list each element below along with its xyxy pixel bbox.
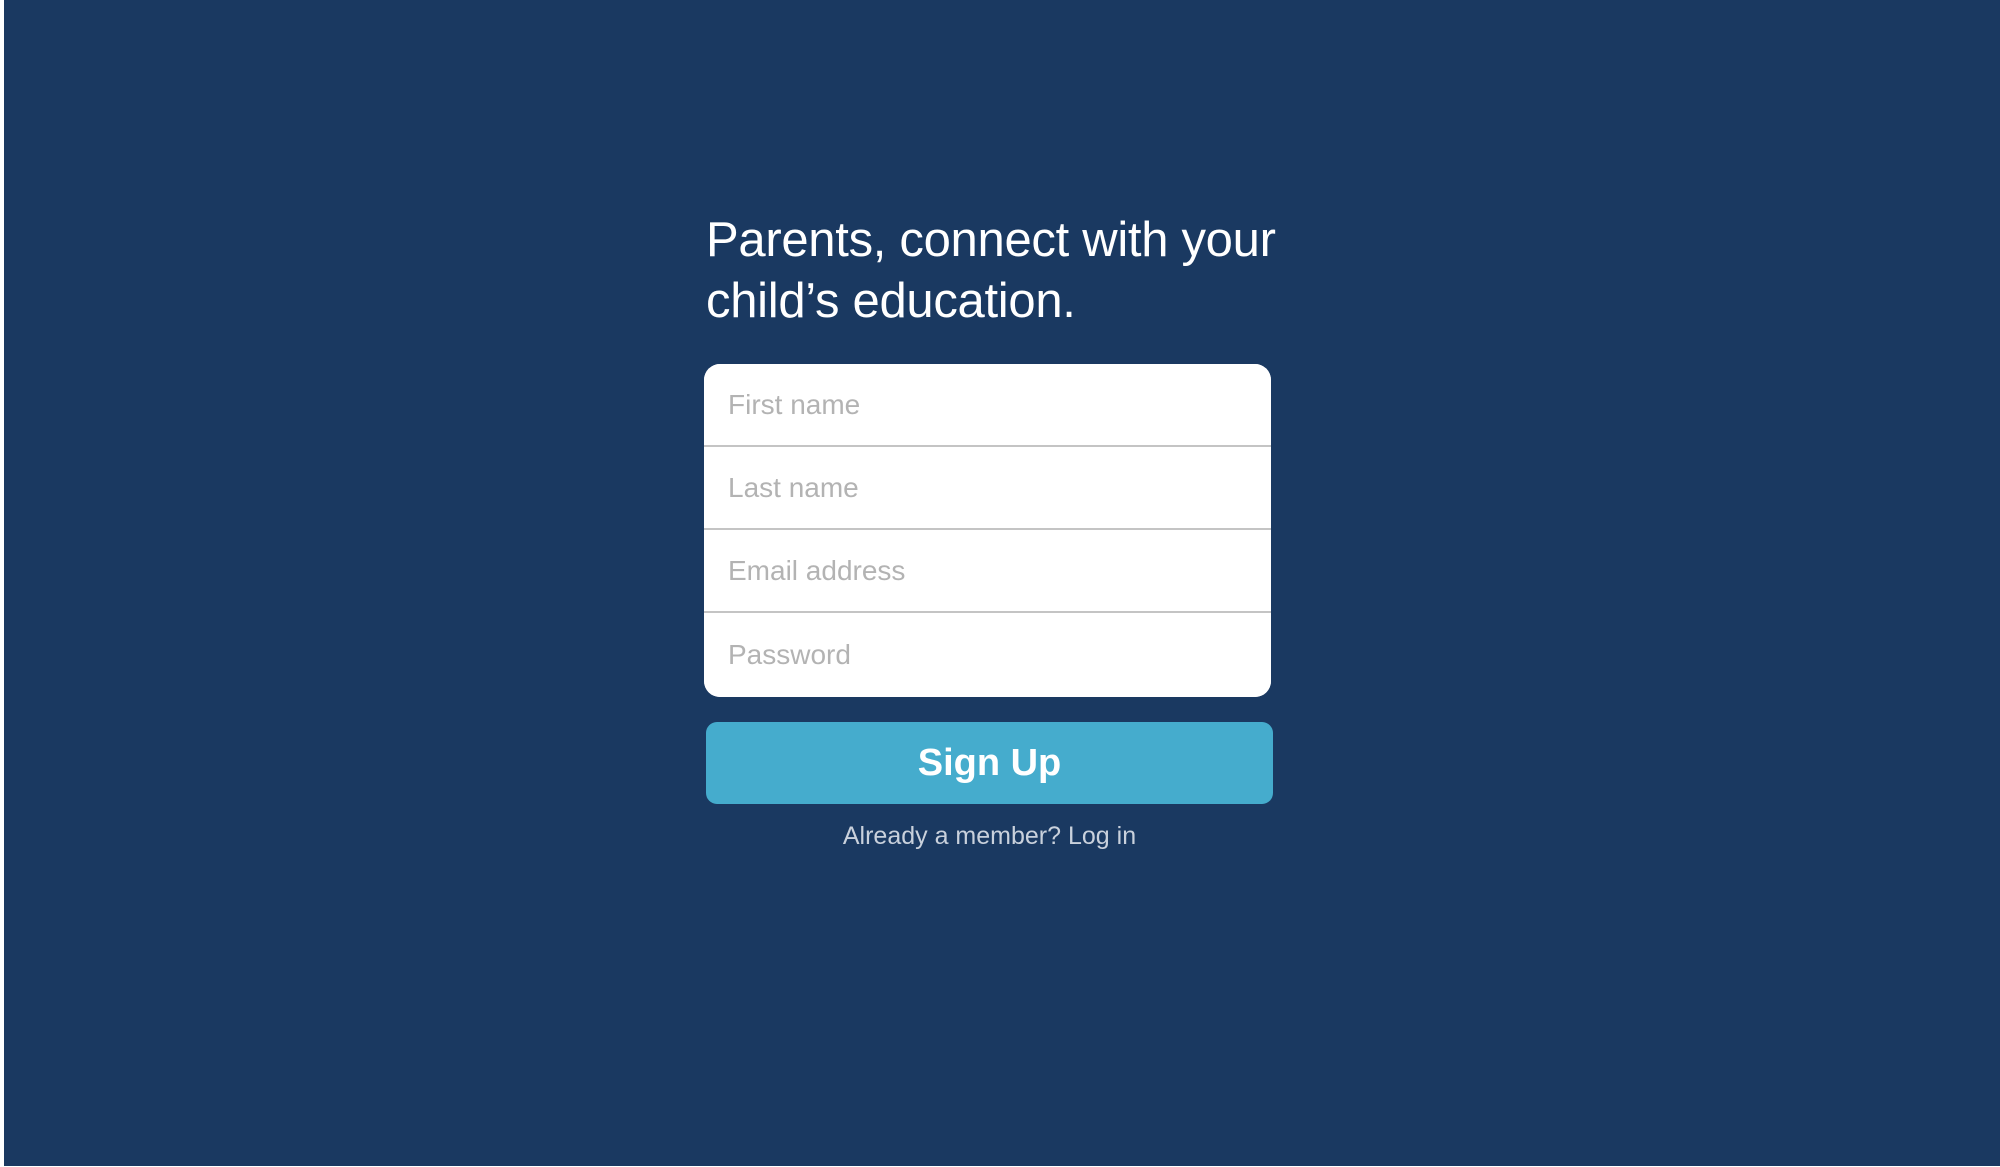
log-in-link[interactable]: Log in [1068,822,1136,850]
signup-form [704,364,1271,697]
signup-container: Parents, connect with your child’s educa… [704,210,1278,851]
email-field[interactable] [704,530,1271,613]
login-prompt: Already a member? Log in [706,822,1273,851]
member-prompt-text: Already a member? [842,822,1062,850]
password-field[interactable] [704,613,1271,697]
first-name-field[interactable] [704,364,1271,447]
page-title: Parents, connect with your child’s educa… [706,213,1276,328]
sign-up-button[interactable]: Sign Up [706,722,1273,804]
page-background: Parents, connect with your child’s educa… [4,0,2000,1166]
last-name-field[interactable] [704,447,1271,530]
